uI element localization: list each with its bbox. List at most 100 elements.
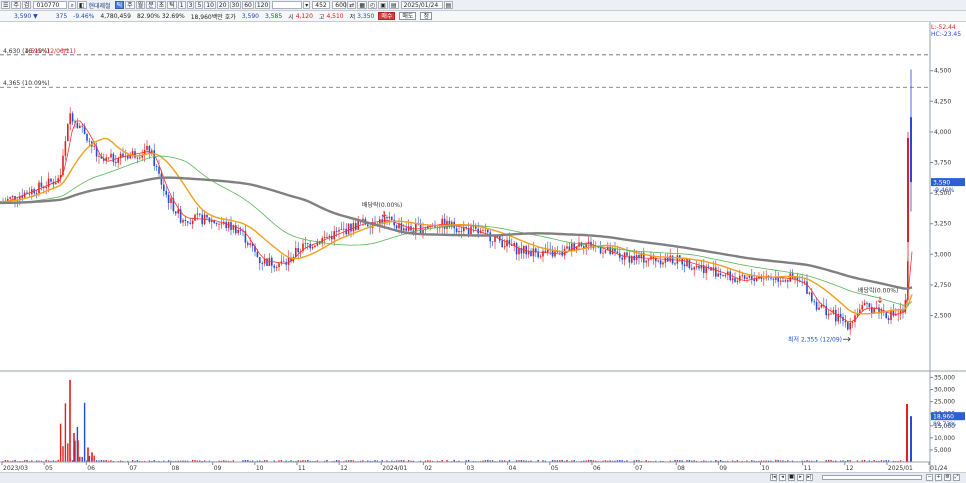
interval-1-button[interactable]: 1 [177,1,186,9]
custom-interval-input[interactable] [272,1,303,9]
last-button[interactable]: ▸| [806,474,813,481]
period-second-button[interactable]: 초 [156,1,167,9]
clock-icon[interactable]: ◴ [368,1,378,9]
sell-button[interactable]: 매도 [399,12,417,20]
search-icon[interactable]: ⌕ [68,1,76,9]
next-button[interactable]: ▸ [797,474,804,481]
candle-body [136,157,139,159]
current-volume-label: 18,960 [933,414,954,421]
search-type-selector[interactable]: 검 [21,1,32,9]
interval-10-button[interactable]: 10 [204,1,216,9]
candle-body [470,226,472,235]
price-tick-label: 4,250 [934,98,951,105]
period-month-button[interactable]: 월 [135,1,146,9]
dividend-annotation: 배당락(0.00%) [858,287,898,295]
calendar-icon[interactable]: ▤ [388,1,399,9]
calendar-picker-icon[interactable]: ▤ [443,1,454,9]
period-week-button[interactable]: 주 [125,1,135,9]
fit-button[interactable]: ⤢ [953,474,960,481]
scale-input[interactable]: 600 [332,1,347,9]
horizontal-scrollbar[interactable] [822,475,922,480]
candle-body [482,229,484,231]
chart-scroll-bar: |◂ ◂ ■ ▸ ▸| − + ⚙ ⤢ [0,472,966,483]
first-button[interactable]: |◂ [770,474,777,481]
candle-body [50,178,52,182]
zoom-in-button[interactable]: + [935,474,942,481]
menu-icon[interactable]: ☰ [1,1,11,9]
current-volume-pct: 89.73% [933,421,956,428]
candle-body [311,246,314,249]
candle-body [328,235,331,238]
candle-body [388,216,391,219]
candle-body [616,251,619,254]
candle-body [194,214,196,221]
candle-body [237,229,239,234]
volume-tick-label: 25,000 [934,399,955,406]
price-change-pct: -9.46% [73,12,95,20]
candle-body [338,229,340,232]
volume-bar [69,379,71,462]
candle-body [693,267,695,270]
price-change: 375 [55,12,68,20]
candle-body [503,246,506,248]
price-chart[interactable]: 4,5004,2504,0003,7503,5003,2503,0002,750… [0,22,966,472]
interval-3-button[interactable]: 3 [186,1,195,9]
period-tick2-button[interactable]: 틱 [167,1,177,9]
table-icon[interactable]: ▦ [357,1,367,9]
candle-body [664,258,667,263]
candle-body [475,226,477,229]
interval-5-button[interactable]: 5 [195,1,204,9]
candle-body [45,186,47,188]
candle-body [659,260,662,265]
candle-body [537,252,539,258]
candle-body [275,267,278,268]
time-tick-label: 10 [762,465,770,472]
correction-button[interactable]: 정 [420,12,432,20]
interval-120-button[interactable]: 120 [254,1,271,9]
interval-20-button[interactable]: 20 [216,1,229,9]
candle-body [813,301,815,303]
candle-body [184,219,187,222]
candle-body [835,309,837,322]
volume-tick-label: 35,000 [934,374,955,381]
candle-body [182,219,184,223]
lock-icon[interactable]: ◧ [76,1,87,9]
candle-body [743,275,746,279]
data-count-input[interactable]: 452 [312,1,331,9]
type-selector[interactable]: 주 [11,1,21,9]
save-icon[interactable]: ▣ [378,1,388,9]
period-minute-button[interactable]: 분 [146,1,156,9]
price-tick-label: 4,500 [934,68,951,75]
candle-body [215,223,218,225]
candle-body [86,133,88,141]
candle-body [64,141,67,156]
candle-body [472,226,475,228]
candle-body [199,213,201,215]
candle-body [847,322,849,330]
stock-code-input[interactable]: 010770 [33,1,68,9]
price-tick-label: 2,500 [934,313,951,320]
date-input[interactable]: 2025/01/24 [400,1,443,9]
settings-icon[interactable]: ⚙ [944,474,951,481]
candle-body [79,125,81,129]
interval-60-button[interactable]: 60 [242,1,254,9]
dropdown-icon[interactable]: ▾ [303,1,311,9]
candle-body [866,302,868,304]
candle-body [295,248,297,257]
candle-body [307,243,309,245]
candle-body [127,156,129,159]
candle-body [158,166,160,174]
link-icon[interactable]: ⇄ [347,1,357,9]
prev-button[interactable]: ◂ [779,474,786,481]
volume-bar [77,440,79,462]
chart-toolbar: ☰ 주 검 010770 ⌕ ◧ 현대제철 틱 주 월 분 초 틱 1 3 5 … [0,0,966,11]
zoom-out-button[interactable]: − [926,474,933,481]
volume-bar [87,447,89,462]
candle-body [484,229,487,231]
stop-button[interactable]: ■ [788,474,795,481]
interval-30-button[interactable]: 30 [229,1,242,9]
candle-body [779,280,782,282]
buy-button[interactable]: 매수 [378,12,396,20]
period-tick-button[interactable]: 틱 [114,1,125,9]
candle-body [407,226,410,231]
